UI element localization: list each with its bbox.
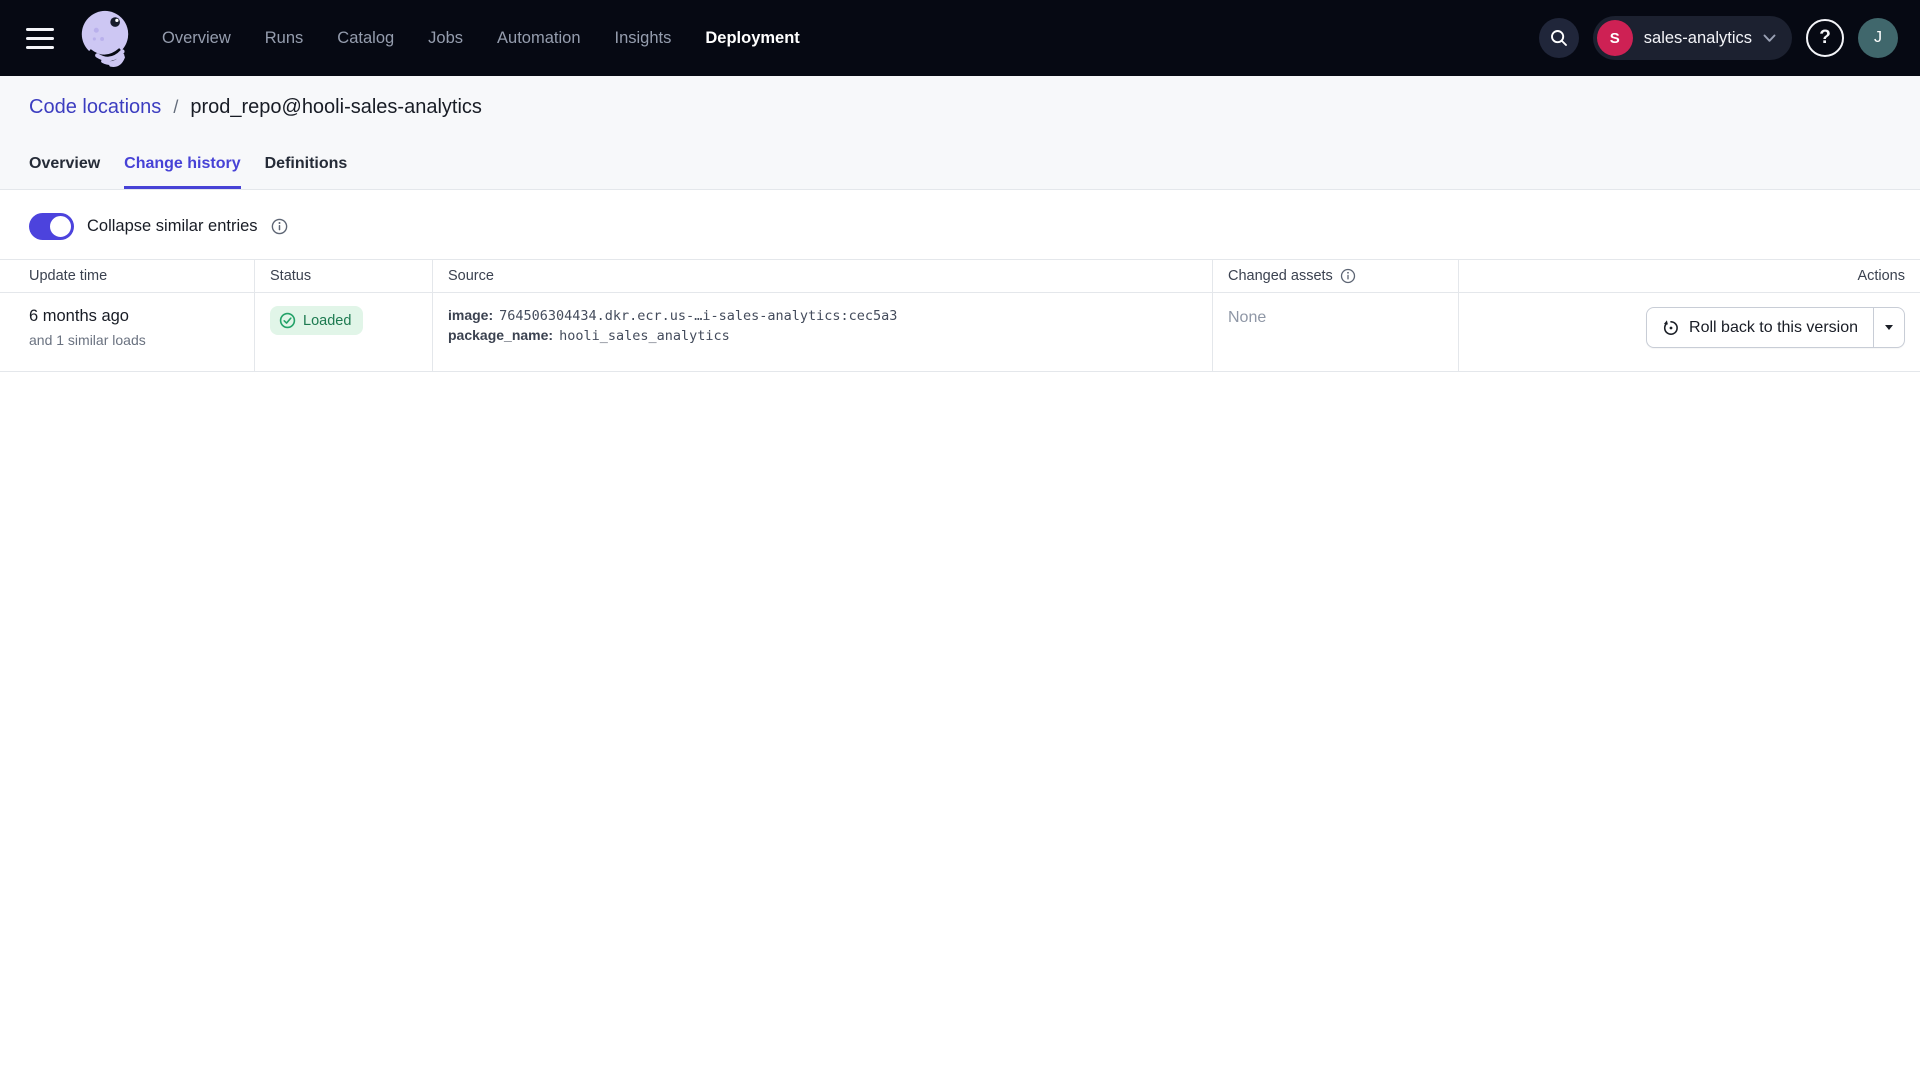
nav-item-runs[interactable]: Runs <box>265 29 304 48</box>
actions-cell: Roll back to this version <box>1459 293 1920 371</box>
search-icon <box>1549 28 1569 48</box>
topbar-right-cluster: S sales-analytics ? J <box>1539 16 1898 60</box>
update-time-cell: 6 months ago and 1 similar loads <box>0 293 255 371</box>
nav-item-jobs[interactable]: Jobs <box>428 29 463 48</box>
tab-change-history[interactable]: Change history <box>124 155 240 189</box>
rollback-icon <box>1662 319 1680 337</box>
table-row: 6 months ago and 1 similar loads Loaded … <box>0 293 1920 372</box>
tab-overview[interactable]: Overview <box>29 155 100 189</box>
header-source: Source <box>433 260 1213 292</box>
nav-item-deployment[interactable]: Deployment <box>705 29 799 48</box>
caret-down-icon <box>1885 325 1893 330</box>
chevron-down-icon <box>1763 34 1776 43</box>
workspace-switcher[interactable]: S sales-analytics <box>1593 16 1792 60</box>
changed-assets-info-icon[interactable] <box>1340 268 1356 284</box>
change-history-table: Update time Status Source Changed assets… <box>0 259 1920 372</box>
nav-item-catalog[interactable]: Catalog <box>337 29 394 48</box>
source-image-label: image: <box>448 307 493 323</box>
collapse-similar-toggle[interactable] <box>29 213 74 240</box>
update-time-value: 6 months ago <box>29 293 254 326</box>
rollback-options-button[interactable] <box>1873 308 1904 347</box>
status-cell: Loaded <box>255 293 433 371</box>
tab-bar: Overview Change history Definitions <box>0 155 1920 189</box>
tab-definitions[interactable]: Definitions <box>265 155 348 189</box>
hamburger-menu-icon[interactable] <box>26 21 60 55</box>
nav-item-overview[interactable]: Overview <box>162 29 231 48</box>
source-cell: image: 764506304434.dkr.ecr.us-…i-sales-… <box>433 293 1213 371</box>
collapse-similar-label: Collapse similar entries <box>87 217 258 236</box>
similar-loads-note: and 1 similar loads <box>29 332 254 348</box>
breadcrumb-separator: / <box>173 97 178 118</box>
check-circle-icon <box>279 312 296 329</box>
source-package-label: package_name: <box>448 327 553 343</box>
rollback-button-label: Roll back to this version <box>1689 319 1858 337</box>
main-nav: Overview Runs Catalog Jobs Automation In… <box>162 29 800 48</box>
breadcrumb-current-location: prod_repo@hooli-sales-analytics <box>190 96 482 119</box>
header-actions: Actions <box>1459 260 1920 292</box>
status-badge: Loaded <box>270 306 363 335</box>
collapse-similar-controls: Collapse similar entries <box>29 212 1920 240</box>
source-image-value: 764506304434.dkr.ecr.us-…i-sales-analyti… <box>499 308 897 324</box>
help-button[interactable]: ? <box>1806 19 1844 57</box>
rollback-button[interactable]: Roll back to this version <box>1647 308 1873 347</box>
octopus-logo-icon <box>76 7 134 69</box>
breadcrumb-code-locations-link[interactable]: Code locations <box>29 96 161 119</box>
workspace-badge: S <box>1597 20 1633 56</box>
page-header: Code locations / prod_repo@hooli-sales-a… <box>0 76 1920 190</box>
status-label: Loaded <box>303 313 351 329</box>
search-button[interactable] <box>1539 18 1579 58</box>
header-update-time: Update time <box>0 260 255 292</box>
changed-assets-value: None <box>1228 293 1458 327</box>
help-icon: ? <box>1819 27 1831 49</box>
top-navbar: Overview Runs Catalog Jobs Automation In… <box>0 0 1920 76</box>
header-changed-assets: Changed assets <box>1213 260 1459 292</box>
source-package-value: hooli_sales_analytics <box>559 328 730 344</box>
rollback-split-button: Roll back to this version <box>1646 307 1905 348</box>
table-header-row: Update time Status Source Changed assets… <box>0 259 1920 293</box>
nav-item-insights[interactable]: Insights <box>615 29 672 48</box>
user-avatar[interactable]: J <box>1858 18 1898 58</box>
dagster-logo[interactable] <box>76 6 134 70</box>
collapse-info-icon[interactable] <box>271 218 288 235</box>
workspace-name: sales-analytics <box>1644 29 1752 48</box>
header-status: Status <box>255 260 433 292</box>
nav-item-automation[interactable]: Automation <box>497 29 580 48</box>
breadcrumb: Code locations / prod_repo@hooli-sales-a… <box>0 76 1920 119</box>
changed-assets-cell: None <box>1213 293 1459 371</box>
